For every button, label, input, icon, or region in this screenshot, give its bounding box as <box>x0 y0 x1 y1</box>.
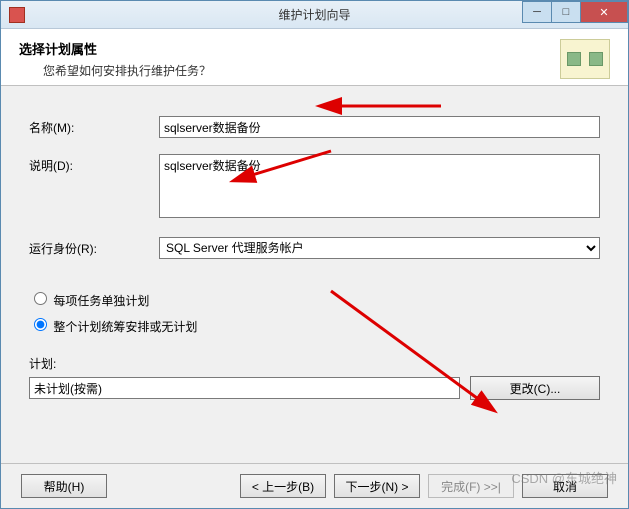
page-subheading: 您希望如何安排执行维护任务？ <box>43 62 211 79</box>
runas-select[interactable]: SQL Server 代理服务帐户 <box>159 237 600 259</box>
minimize-button[interactable]: ─ <box>522 1 552 23</box>
description-label: 说明(D): <box>29 154 159 174</box>
name-input[interactable] <box>159 116 600 138</box>
wizard-window: 维护计划向导 ─ □ ✕ 选择计划属性 您希望如何安排执行维护任务？ 名称(M)… <box>0 0 629 509</box>
name-label: 名称(M): <box>29 116 159 136</box>
help-button[interactable]: 帮助(H) <box>21 474 107 498</box>
next-button[interactable]: 下一步(N) > <box>334 474 420 498</box>
radio-whole-plan-input[interactable] <box>34 318 47 331</box>
change-schedule-button[interactable]: 更改(C)... <box>470 376 600 400</box>
schedule-field <box>29 377 460 399</box>
wizard-body: 名称(M): 说明(D): sqlserver数据备份 运行身份(R): SQL… <box>1 86 628 463</box>
back-button[interactable]: < 上一步(B) <box>240 474 326 498</box>
finish-button: 完成(F) >>| <box>428 474 514 498</box>
description-input[interactable]: sqlserver数据备份 <box>159 154 600 218</box>
radio-each-task-input[interactable] <box>34 292 47 305</box>
wizard-header: 选择计划属性 您希望如何安排执行维护任务？ <box>1 29 628 86</box>
window-controls: ─ □ ✕ <box>523 1 628 23</box>
maximize-button[interactable]: □ <box>551 1 581 23</box>
cancel-button[interactable]: 取消 <box>522 474 608 498</box>
radio-whole-plan[interactable]: 整个计划统筹安排或无计划 <box>29 315 600 335</box>
page-heading: 选择计划属性 <box>19 39 211 58</box>
wizard-icon <box>560 39 610 79</box>
runas-label: 运行身份(R): <box>29 237 159 257</box>
titlebar: 维护计划向导 ─ □ ✕ <box>1 1 628 29</box>
schedule-label: 计划: <box>29 355 600 372</box>
radio-each-task[interactable]: 每项任务单独计划 <box>29 289 600 309</box>
close-button[interactable]: ✕ <box>580 1 628 23</box>
schedule-mode-group: 每项任务单独计划 整个计划统筹安排或无计划 <box>29 289 600 335</box>
wizard-footer: 帮助(H) < 上一步(B) 下一步(N) > 完成(F) >>| 取消 <box>1 463 628 508</box>
